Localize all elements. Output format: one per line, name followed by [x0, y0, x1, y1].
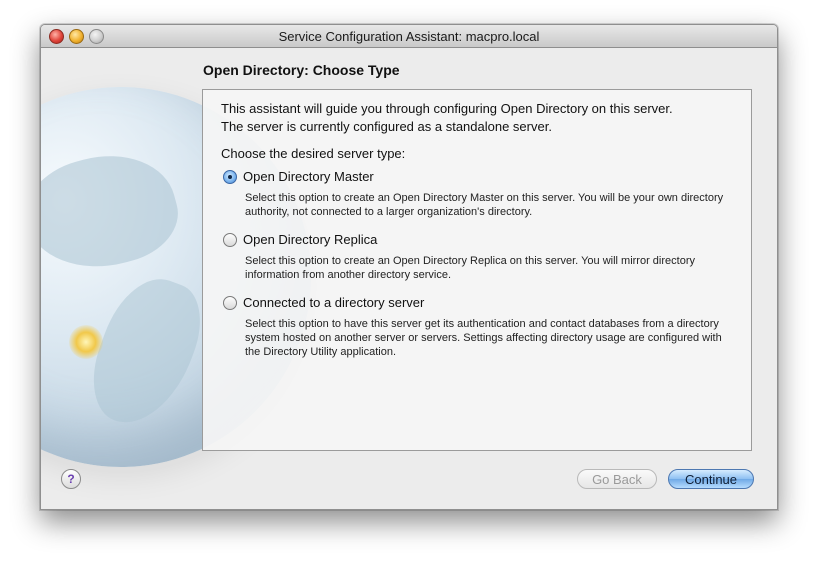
radio-button-selected[interactable]: [223, 170, 237, 184]
go-back-button[interactable]: Go Back: [577, 469, 657, 489]
content-panel: This assistant will guide you through co…: [202, 89, 752, 451]
help-button[interactable]: ?: [61, 469, 81, 489]
intro-text: This assistant will guide you through co…: [221, 100, 741, 136]
server-type-prompt: Choose the desired server type:: [221, 146, 406, 161]
option-label[interactable]: Connected to a directory server: [243, 295, 424, 310]
option-label[interactable]: Open Directory Master: [243, 169, 374, 184]
network-node-yellow-icon: [69, 325, 103, 359]
continue-button[interactable]: Continue: [668, 469, 754, 489]
option-description: Select this option to create an Open Dir…: [245, 255, 695, 281]
intro-line: This assistant will guide you through co…: [221, 101, 673, 116]
radio-button[interactable]: [223, 296, 237, 310]
globe-land-shape: [41, 139, 188, 285]
intro-line: The server is currently configured as a …: [221, 119, 552, 134]
assistant-window: Service Configuration Assistant: macpro.…: [40, 24, 778, 510]
title-bar[interactable]: Service Configuration Assistant: macpro.…: [41, 25, 777, 48]
option-description: Select this option to have this server g…: [245, 318, 722, 358]
page-heading: Open Directory: Choose Type: [203, 62, 400, 78]
radio-button[interactable]: [223, 233, 237, 247]
window-title: Service Configuration Assistant: macpro.…: [278, 29, 540, 44]
option-description: Select this option to create an Open Dir…: [245, 192, 724, 218]
option-label[interactable]: Open Directory Replica: [243, 232, 377, 247]
